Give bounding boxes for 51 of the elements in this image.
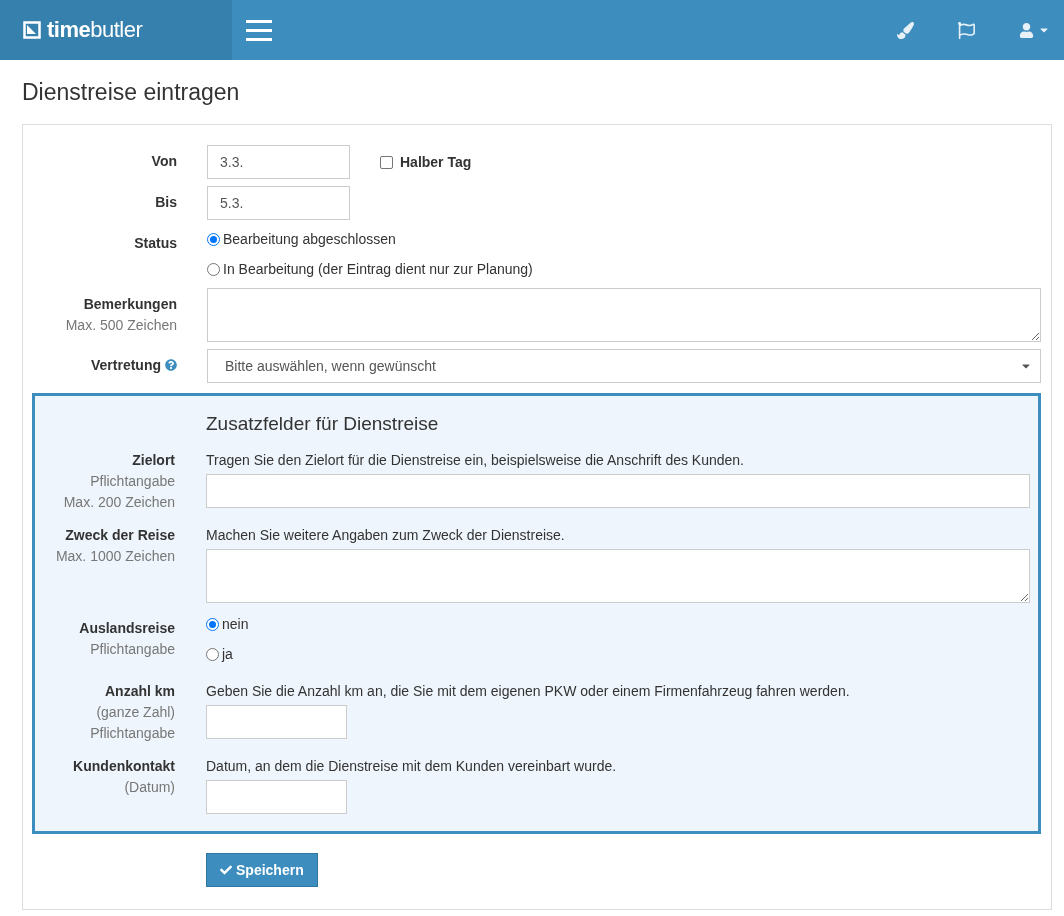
field-label: Zielort	[132, 452, 175, 468]
radio-button[interactable]	[207, 262, 220, 276]
radio-button[interactable]	[206, 617, 219, 631]
radio-button[interactable]	[206, 647, 219, 661]
field-hint: Max. 1000 Zeichen	[55, 548, 175, 564]
field-hint: Max. 200 Zeichen	[63, 494, 175, 510]
checkbox-label: Halber Tag	[400, 154, 472, 170]
radio-label: ja	[222, 646, 233, 662]
checkbox[interactable]	[380, 155, 393, 169]
radio-label: Bearbeitung abgeschlossen	[223, 231, 396, 247]
text-input[interactable]	[206, 780, 347, 814]
page-title: Dienstreise eintragen	[22, 79, 241, 106]
help-icon[interactable]	[165, 359, 177, 371]
field-hint: Pflichtangabe	[90, 725, 175, 741]
panel-title: Zusatzfelder für Dienstreise	[206, 413, 440, 435]
menu-icon[interactable]	[246, 19, 272, 41]
flag-icon[interactable]	[958, 21, 975, 39]
field-label: Kundenkontakt	[73, 758, 175, 774]
check-icon	[220, 864, 232, 876]
date-input[interactable]: 3.3.	[207, 145, 350, 179]
field-label: Auslandsreise	[79, 620, 175, 636]
text-input[interactable]	[206, 705, 347, 739]
field-description: Tragen Sie den Zielort für die Dienstreise ein, beispielsweise die Anschrift des Kunden.	[206, 451, 745, 468]
select-dropdown[interactable]: Bitte auswählen, wenn gewünscht	[207, 349, 1041, 383]
field-label: Vertretung	[91, 357, 177, 373]
field-label: Bemerkungen	[83, 296, 177, 312]
save-button[interactable]: Speichern	[206, 853, 318, 887]
field-hint: Max. 500 Zeichen	[65, 317, 177, 333]
field-description: Geben Sie die Anzahl km an, die Sie mit dem eigenen PKW oder einem Firmenfahrzeug fahren werden.	[206, 682, 851, 699]
field-label: Bis	[155, 194, 177, 210]
field-label: Von	[151, 153, 177, 169]
user-menu-icon[interactable]	[1019, 22, 1050, 38]
date-input[interactable]: 5.3.	[207, 186, 350, 220]
field-description: Machen Sie weitere Angaben zum Zweck der Dienstreise.	[206, 526, 566, 543]
text-area[interactable]	[206, 549, 1030, 603]
field-hint: Pflichtangabe	[90, 473, 175, 489]
field-label: Anzahl km	[105, 683, 175, 699]
text-area[interactable]	[207, 288, 1041, 342]
paintbrush-icon[interactable]	[897, 21, 914, 39]
field-description: Datum, an dem die Dienstreise mit dem Kunden vereinbart wurde.	[206, 757, 618, 774]
field-label: Zweck der Reise	[65, 527, 175, 543]
field-hint: (ganze Zahl)	[96, 704, 175, 720]
radio-button[interactable]	[207, 232, 220, 246]
field-hint: (Datum)	[124, 779, 175, 795]
field-label: Status	[134, 235, 177, 251]
radio-label: nein	[222, 616, 249, 632]
field-hint: Pflichtangabe	[90, 641, 175, 657]
logo-text[interactable]: timebutler	[47, 17, 143, 43]
radio-label: In Bearbeitung (der Eintrag dient nur zur Planung)	[223, 261, 533, 277]
text-input[interactable]	[206, 474, 1030, 508]
logo-icon	[23, 21, 41, 39]
